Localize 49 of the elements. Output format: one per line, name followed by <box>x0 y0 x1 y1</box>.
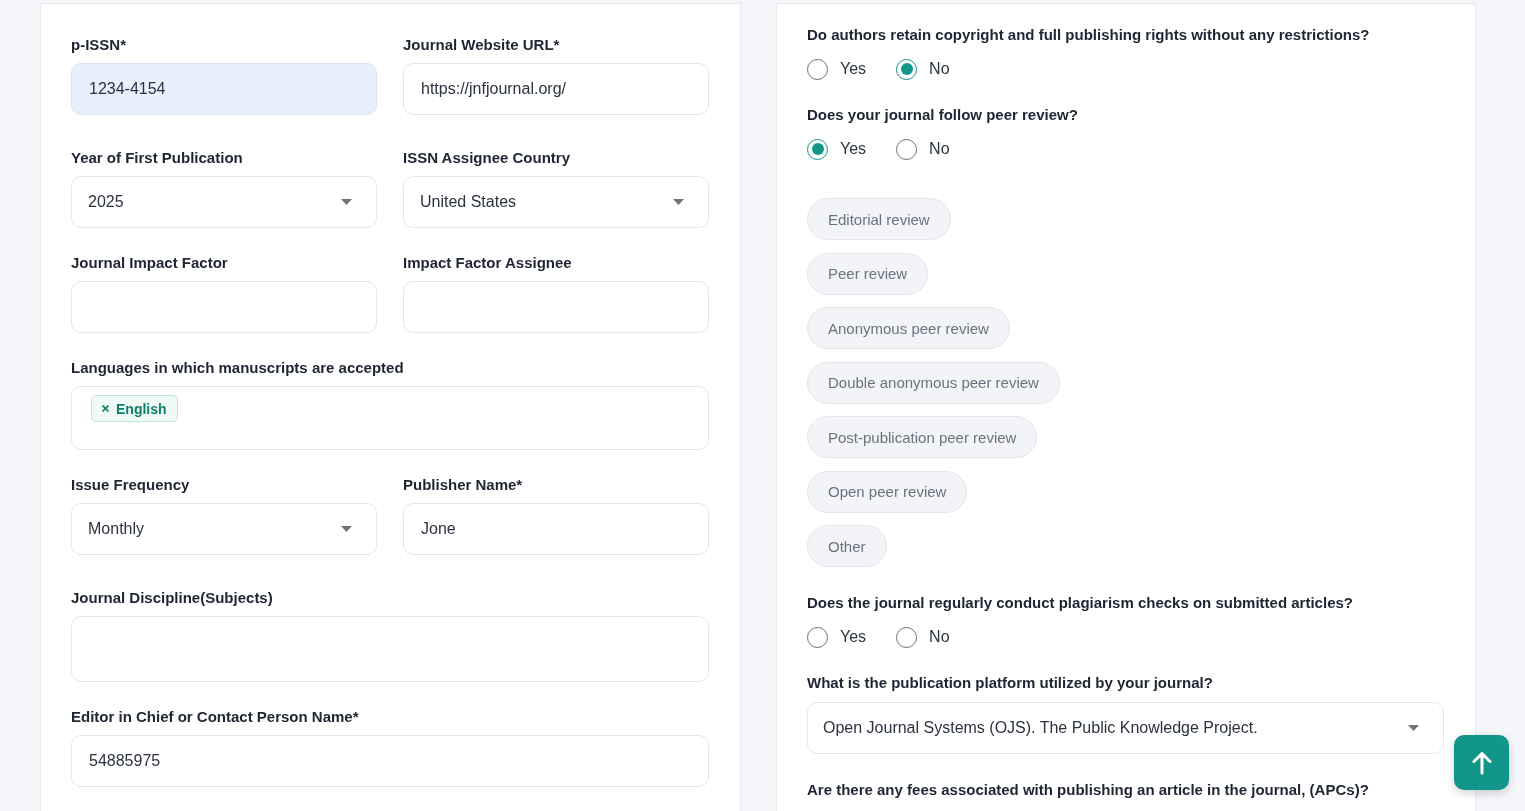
text-input[interactable] <box>71 281 377 333</box>
review-type-chip[interactable]: Peer review <box>807 252 929 295</box>
review-type-chip[interactable]: Anonymous peer review <box>807 307 1010 349</box>
field-label: Languages in which manuscripts are accepted <box>71 358 405 378</box>
text-input[interactable]: 1234-4154 <box>71 63 377 115</box>
field-label: p-ISSN* <box>71 35 127 55</box>
arrow-up-icon <box>1470 750 1493 775</box>
question-label: What is the publication platform utilized by your journal? <box>807 673 1214 693</box>
option-label: No <box>929 140 950 158</box>
field-label: Journal Impact Factor <box>71 253 229 273</box>
tags-field[interactable]: English <box>71 386 709 450</box>
text-input[interactable]: 54885975 <box>71 735 709 787</box>
text-input[interactable]: Jone <box>403 503 709 555</box>
review-type-chip[interactable]: Other <box>807 525 887 567</box>
textarea-field[interactable] <box>71 616 709 682</box>
select-field[interactable]: Monthly <box>71 503 377 555</box>
field-label: Editor in Chief or Contact Person Name* <box>71 707 360 727</box>
caret-icon <box>1408 725 1419 731</box>
text-input[interactable]: https://jnfjournal.org/ <box>403 63 709 115</box>
question-label: Do authors retain copyright and full publishing rights without any restrictions? <box>807 25 1371 45</box>
tag-chip[interactable]: English <box>91 395 178 422</box>
question-label: Are there any fees associated with publishing an article in the journal, (APCs)? <box>807 780 1370 800</box>
option-label: Yes <box>840 628 867 646</box>
field-label: Journal Website URL* <box>403 35 561 55</box>
text-input[interactable] <box>403 281 709 333</box>
field-label: Impact Factor Assignee <box>403 253 573 273</box>
option-label: No <box>929 628 950 646</box>
review-type-chip[interactable]: Post-publication peer review <box>807 416 1038 458</box>
review-type-chip[interactable]: Editorial review <box>807 198 951 240</box>
review-type-chip[interactable]: Open peer review <box>807 470 968 513</box>
scroll-to-top-button[interactable] <box>1454 735 1509 790</box>
caret-icon <box>341 199 352 205</box>
field-label: Issue Frequency <box>71 475 191 495</box>
field-label: Journal Discipline(Subjects) <box>71 588 274 608</box>
option-label: No <box>929 60 950 78</box>
question-label: Does your journal follow peer review? <box>807 105 1079 125</box>
field-label: Publisher Name* <box>403 475 524 495</box>
select-field[interactable]: Open Journal Systems (OJS). The Public Knowledge Project. <box>807 702 1444 754</box>
select-field[interactable]: 2025 <box>71 176 377 228</box>
review-type-chip[interactable]: Double anonymous peer review <box>807 361 1060 404</box>
caret-icon <box>673 199 684 205</box>
field-label: Year of First Publication <box>71 148 244 168</box>
field-label: ISSN Assignee Country <box>403 148 571 168</box>
remove-icon <box>102 405 109 412</box>
option-label: Yes <box>840 140 867 158</box>
caret-icon <box>341 526 352 532</box>
question-label: Does the journal regularly conduct plagiarism checks on submitted articles? <box>807 593 1354 613</box>
select-field[interactable]: United States <box>403 176 709 228</box>
option-label: Yes <box>840 60 867 78</box>
